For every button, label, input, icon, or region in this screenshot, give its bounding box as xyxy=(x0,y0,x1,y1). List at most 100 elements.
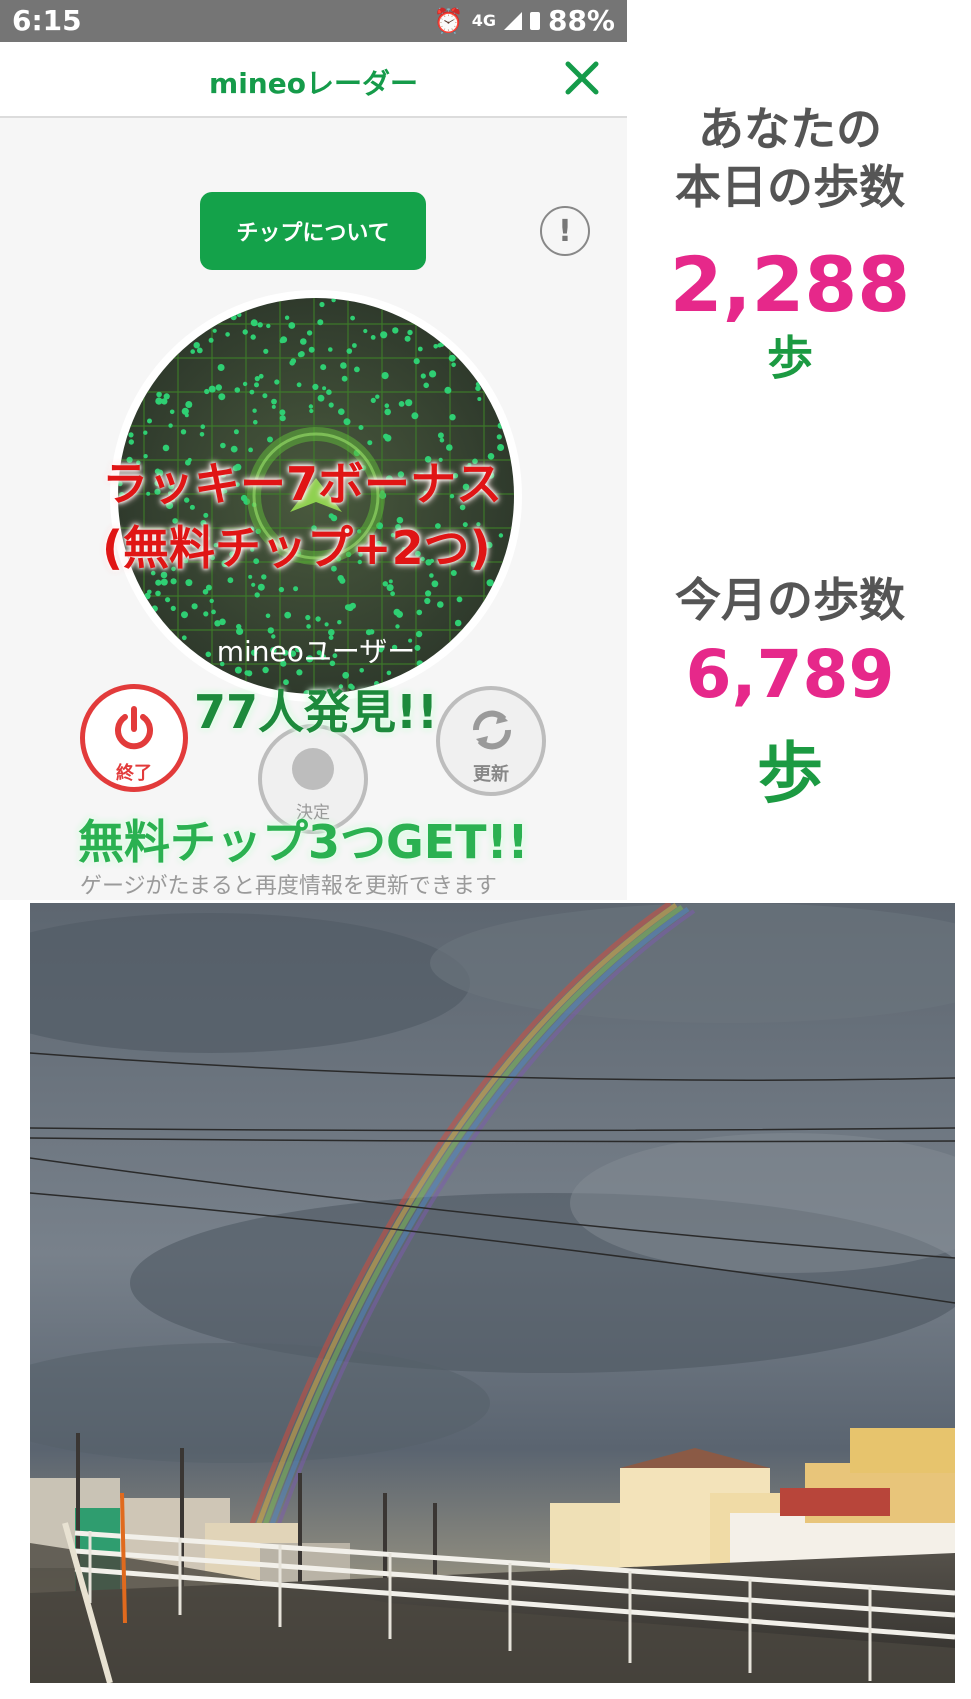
status-bar: 6:15 ⏰ 4G 88% xyxy=(0,0,627,42)
battery-icon xyxy=(529,11,540,30)
user-dot xyxy=(380,331,388,339)
user-dot xyxy=(254,592,260,598)
signal-icon xyxy=(503,11,522,30)
user-dot xyxy=(439,437,445,443)
user-dot xyxy=(317,394,325,402)
user-dot xyxy=(204,388,210,395)
user-dot xyxy=(218,393,226,401)
today-steps-title: あなたの 本日の歩数 xyxy=(640,100,940,216)
month-steps-value: 6,789 xyxy=(685,636,895,713)
user-dot xyxy=(168,423,173,428)
user-dot xyxy=(170,578,177,585)
rainbow-photo xyxy=(30,903,955,1683)
user-dot xyxy=(306,330,313,336)
chip-info-button[interactable]: チップについて xyxy=(200,192,426,270)
user-dot xyxy=(205,584,212,591)
info-icon[interactable]: ! xyxy=(540,206,590,256)
user-dot xyxy=(169,409,175,415)
user-dot xyxy=(309,408,314,414)
user-dot xyxy=(155,397,163,405)
today-steps-value: 2,288 xyxy=(669,240,911,329)
user-dot xyxy=(448,354,456,362)
user-dot xyxy=(308,346,315,353)
user-dot xyxy=(349,602,356,609)
user-dot xyxy=(147,418,152,424)
free-chips-banner: 無料チップ3つGET!! xyxy=(78,815,529,869)
user-dot xyxy=(437,601,444,608)
user-dot xyxy=(284,315,290,320)
user-dot xyxy=(398,401,405,407)
user-dot xyxy=(196,347,203,354)
rainbow-photo-image xyxy=(30,903,955,1683)
user-dot xyxy=(128,432,134,438)
user-dot xyxy=(160,578,168,586)
user-dot xyxy=(234,387,241,393)
user-dot xyxy=(288,322,296,329)
alarm-icon: ⏰ xyxy=(433,6,464,35)
user-dot xyxy=(308,404,314,409)
user-dot xyxy=(315,616,321,622)
user-dot xyxy=(326,389,332,395)
user-dot xyxy=(271,404,276,409)
user-dot xyxy=(257,322,263,328)
found-count: 77人発見!! xyxy=(194,685,438,739)
user-dot xyxy=(233,429,239,435)
user-dot xyxy=(384,403,390,408)
user-dot xyxy=(496,434,502,440)
user-dot xyxy=(346,348,353,354)
user-dot xyxy=(244,670,250,676)
user-dot xyxy=(242,329,248,335)
bonus-title: ラッキー7ボーナス xyxy=(102,457,503,511)
close-icon[interactable] xyxy=(560,56,604,100)
user-dot xyxy=(388,579,393,584)
user-dot xyxy=(170,605,176,611)
app-screenshot: 6:15 ⏰ 4G 88% mineoレーダー チップについて ! ラッキー7ボ… xyxy=(0,0,627,900)
user-dot xyxy=(249,389,255,395)
user-dot xyxy=(454,619,462,627)
user-dot xyxy=(279,415,286,422)
user-dot xyxy=(331,298,336,303)
user-dot xyxy=(254,382,259,388)
user-dot xyxy=(393,608,401,616)
user-dot xyxy=(444,386,452,394)
user-dot xyxy=(185,401,193,408)
user-dot xyxy=(456,596,463,603)
user-dot xyxy=(363,328,368,334)
user-dot xyxy=(370,397,376,403)
user-dot xyxy=(407,329,413,336)
user-dot xyxy=(250,334,256,340)
user-dot xyxy=(163,393,170,400)
user-dot xyxy=(257,583,265,591)
user-dot xyxy=(265,613,271,619)
user-dot xyxy=(144,592,151,600)
user-dot xyxy=(274,379,280,385)
user-dot xyxy=(267,436,273,443)
user-dot xyxy=(211,609,216,615)
user-dot xyxy=(293,586,299,592)
user-dot xyxy=(320,364,327,371)
user-dot xyxy=(381,372,389,380)
network-label: 4G xyxy=(471,11,496,30)
user-dot xyxy=(143,430,148,435)
battery-percent: 88% xyxy=(547,4,615,37)
user-dot xyxy=(317,319,324,326)
user-dot xyxy=(296,382,302,388)
user-dot xyxy=(486,579,494,587)
user-dot xyxy=(319,301,325,308)
user-dot xyxy=(209,598,214,604)
user-dot xyxy=(498,533,504,538)
user-dot xyxy=(181,407,189,415)
month-steps-title: 今月の歩数 xyxy=(675,573,905,627)
user-dot xyxy=(253,321,258,326)
user-dot xyxy=(370,335,376,340)
user-dot xyxy=(200,424,206,429)
user-dot xyxy=(266,323,271,329)
user-dot xyxy=(305,614,311,621)
user-dot xyxy=(289,360,295,366)
user-dot xyxy=(219,618,226,626)
bonus-detail: (無料チップ+2つ) xyxy=(102,521,491,575)
today-steps-unit: 歩 xyxy=(767,331,813,385)
user-dot xyxy=(253,419,258,425)
user-dot xyxy=(386,670,392,676)
user-dot xyxy=(271,398,277,405)
